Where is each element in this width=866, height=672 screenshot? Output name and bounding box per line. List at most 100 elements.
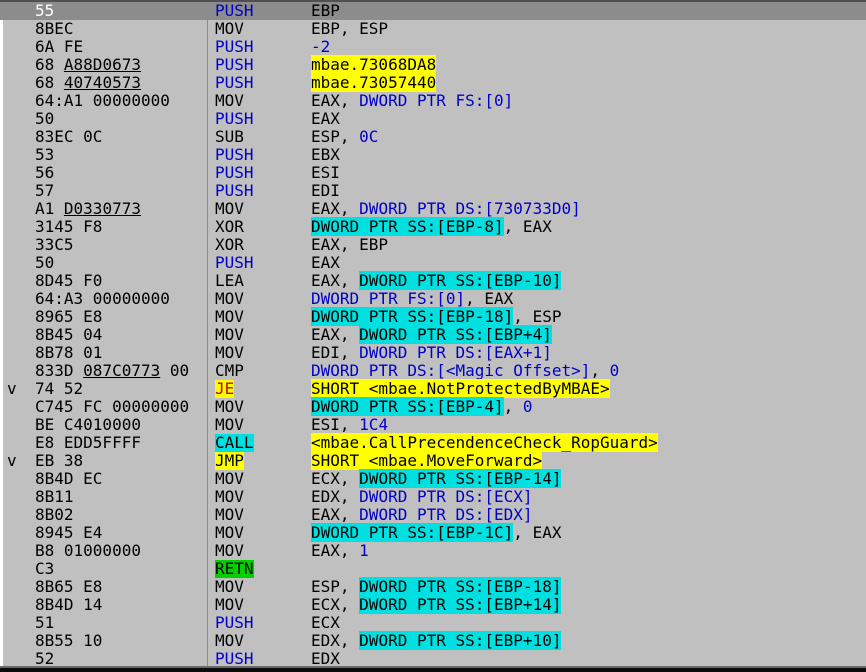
disasm-row[interactable]: A1 D0330773 MOV EAX, DWORD PTR DS:[730733D…: [0, 200, 866, 218]
disasm-row[interactable]: 8D45 F0 LEA EAX, DWORD PTR SS:[EBP-10]: [0, 271, 866, 290]
hex-bytes: 74 52: [35, 380, 207, 398]
hex-bytes: C3: [35, 560, 207, 578]
disasm-row[interactable]: 68 40740573 PUSH mbae.73057440: [0, 73, 866, 92]
disasm-row[interactable]: 50 PUSH EAX: [0, 110, 866, 128]
disasm-row[interactable]: 57 PUSH EDI: [0, 182, 866, 200]
disasm-row[interactable]: 64:A3 00000000 MOV DWORD PTR FS:[0], EAX: [0, 290, 866, 308]
disasm-row[interactable]: 53 PUSH EBX: [0, 146, 866, 164]
operand-part: DWORD PTR FS:[0]: [359, 91, 514, 110]
operand-part: ECX,: [311, 595, 360, 614]
operand-part: EBP: [311, 2, 340, 20]
hex-bytes: 833D 087C0773 00: [35, 362, 207, 380]
hex-chunk: 8965 E8: [35, 308, 103, 326]
hex-bytes: 8965 E8: [35, 308, 207, 326]
disasm-row[interactable]: 8B02 MOV EAX, DWORD PTR DS:[EDX]: [0, 506, 866, 524]
disasm-row[interactable]: 3145 F8 XOR DWORD PTR SS:[EBP-8], EAX: [0, 217, 866, 236]
operand-part: <mbae.CallPrecendenceCheck_RopGuard>: [311, 433, 658, 452]
mnemonic: MOV: [215, 397, 244, 416]
hex-bytes: 83EC 0C: [35, 128, 207, 146]
hex-bytes: 8B45 04: [35, 326, 207, 344]
hex-bytes: 57: [35, 182, 207, 200]
operand-part: ESI: [311, 163, 340, 182]
hex-chunk: 51: [35, 614, 55, 632]
disasm-row[interactable]: 8B4D 14 MOV ECX, DWORD PTR SS:[EBP+14]: [0, 595, 866, 614]
hex-chunk: E8 EDD5FFFF: [35, 434, 141, 452]
hex-chunk: 8B02: [35, 506, 74, 524]
hex-bytes: 8D45 F0: [35, 272, 207, 290]
disasm-row[interactable]: 8B65 E8 MOV ESP, DWORD PTR SS:[EBP-18]: [0, 577, 866, 596]
hex-chunk: 8B4D 14: [35, 596, 103, 614]
mnemonic: MOV: [215, 577, 244, 596]
mnemonic: MOV: [215, 469, 244, 488]
hex-chunk: 33C5: [35, 236, 74, 254]
disasm-row[interactable]: 8B45 04 MOV EAX, DWORD PTR SS:[EBP+4]: [0, 325, 866, 344]
mnemonic: PUSH: [215, 163, 254, 182]
operand-part: DWORD PTR SS:[EBP-14]: [359, 469, 562, 488]
disasm-row[interactable]: v EB 38 JMP SHORT <mbae.MoveForward>: [0, 451, 866, 470]
hex-chunk: 8B4D EC: [35, 470, 103, 488]
hex-chunk: A88D0673: [63, 56, 141, 74]
operands: EDX: [311, 650, 340, 667]
mnemonic: SUB: [215, 127, 244, 146]
disasm-row[interactable]: 8B11 MOV EDX, DWORD PTR DS:[ECX]: [0, 488, 866, 506]
disasm-row[interactable]: 8965 E8 MOV DWORD PTR SS:[EBP-18], ESP: [0, 307, 866, 326]
operand-part: DWORD PTR SS:[EBP+4]: [359, 325, 552, 344]
operand-part: 0: [609, 361, 620, 380]
disasm-row[interactable]: 64:A1 00000000 MOV EAX, DWORD PTR FS:[0]: [0, 92, 866, 110]
disasm-row[interactable]: v 74 52 JE SHORT <mbae.NotProtectedByMBAE>: [0, 379, 866, 398]
disasm-row[interactable]: 8B78 01 MOV EDI, DWORD PTR DS:[EAX+1]: [0, 344, 866, 362]
mnemonic: PUSH: [215, 37, 254, 56]
disasm-row[interactable]: 52 PUSH EDX: [0, 650, 866, 667]
hex-bytes: 50: [35, 110, 207, 128]
mnemonic: MOV: [215, 289, 244, 308]
hex-chunk: 64:A3 00000000: [35, 290, 170, 308]
disasm-row[interactable]: BE C4010000 MOV ESI, 1C4: [0, 416, 866, 434]
operands: mbae.73068DA8: [311, 55, 437, 74]
hex-chunk: 8B45 04: [35, 326, 103, 344]
disasm-row[interactable]: C3 RETN: [0, 560, 866, 578]
operand-part: EBP, ESP: [311, 19, 389, 38]
disasm-row[interactable]: 8945 E4 MOV DWORD PTR SS:[EBP-1C], EAX: [0, 523, 866, 542]
mnemonic: PUSH: [215, 253, 254, 272]
hex-chunk: 087C0773: [83, 362, 161, 380]
hex-chunk: A1: [35, 200, 64, 218]
disasm-row[interactable]: 55 PUSH EBP: [0, 2, 866, 20]
hex-bytes: 8B78 01: [35, 344, 207, 362]
disasm-row[interactable]: 833D 087C0773 00 CMP DWORD PTR DS:[<Magic_…: [0, 362, 866, 380]
disasm-row[interactable]: 8B4D EC MOV ECX, DWORD PTR SS:[EBP-14]: [0, 469, 866, 488]
operands: EDX, DWORD PTR SS:[EBP+10]: [311, 631, 562, 650]
disasm-row[interactable]: 33C5 XOR EAX, EBP: [0, 236, 866, 254]
disasm-row[interactable]: 68 A88D0673 PUSH mbae.73068DA8: [0, 55, 866, 74]
mnemonic: MOV: [215, 199, 244, 218]
disasm-row[interactable]: 56 PUSH ESI: [0, 164, 866, 182]
operand-part: DWORD PTR SS:[EBP-4]: [311, 397, 504, 416]
disasm-row[interactable]: E8 EDD5FFFF CALL <mbae.CallPrecendenceChec…: [0, 433, 866, 452]
hex-chunk: 40740573: [63, 74, 141, 92]
hex-bytes: 53: [35, 146, 207, 164]
mnemonic: XOR: [215, 235, 244, 254]
hex-bytes: E8 EDD5FFFF: [35, 434, 207, 452]
hex-bytes: 8BEC: [35, 20, 207, 38]
disasm-row[interactable]: 8B55 10 MOV EDX, DWORD PTR SS:[EBP+10]: [0, 631, 866, 650]
mnemonic: PUSH: [215, 109, 254, 128]
hex-chunk: 8B55 10: [35, 632, 103, 650]
disasm-row[interactable]: B8 01000000 MOV EAX, 1: [0, 542, 866, 560]
operand-part: DWORD PTR DS:[EAX+1]: [359, 343, 552, 362]
disasm-row[interactable]: 6A FE PUSH -2: [0, 38, 866, 56]
hex-chunk: 50: [35, 254, 55, 272]
disasm-row[interactable]: 83EC 0C SUB ESP, 0C: [0, 128, 866, 146]
disassembly-pane[interactable]: 55 PUSH EBP 8BEC MOV EBP, ESP 6A FE PUSH -2 68 A8…: [0, 2, 866, 666]
operands: SHORT <mbae.NotProtectedByMBAE>: [311, 379, 610, 398]
operand-part: EAX,: [311, 91, 360, 110]
mnemonic: PUSH: [215, 613, 254, 632]
mnemonic: CMP: [215, 361, 244, 380]
operands: EBX: [311, 146, 340, 164]
disasm-row[interactable]: 51 PUSH ECX: [0, 614, 866, 632]
hex-chunk: 6A FE: [35, 38, 84, 56]
disasm-row[interactable]: C745 FC 00000000 MOV DWORD PTR SS:[EBP-4],…: [0, 397, 866, 416]
hex-chunk: 52: [35, 650, 55, 666]
disasm-row[interactable]: 50 PUSH EAX: [0, 254, 866, 272]
hex-chunk: 57: [35, 182, 55, 200]
hex-chunk: 68: [35, 74, 64, 92]
disasm-row[interactable]: 8BEC MOV EBP, ESP: [0, 20, 866, 38]
